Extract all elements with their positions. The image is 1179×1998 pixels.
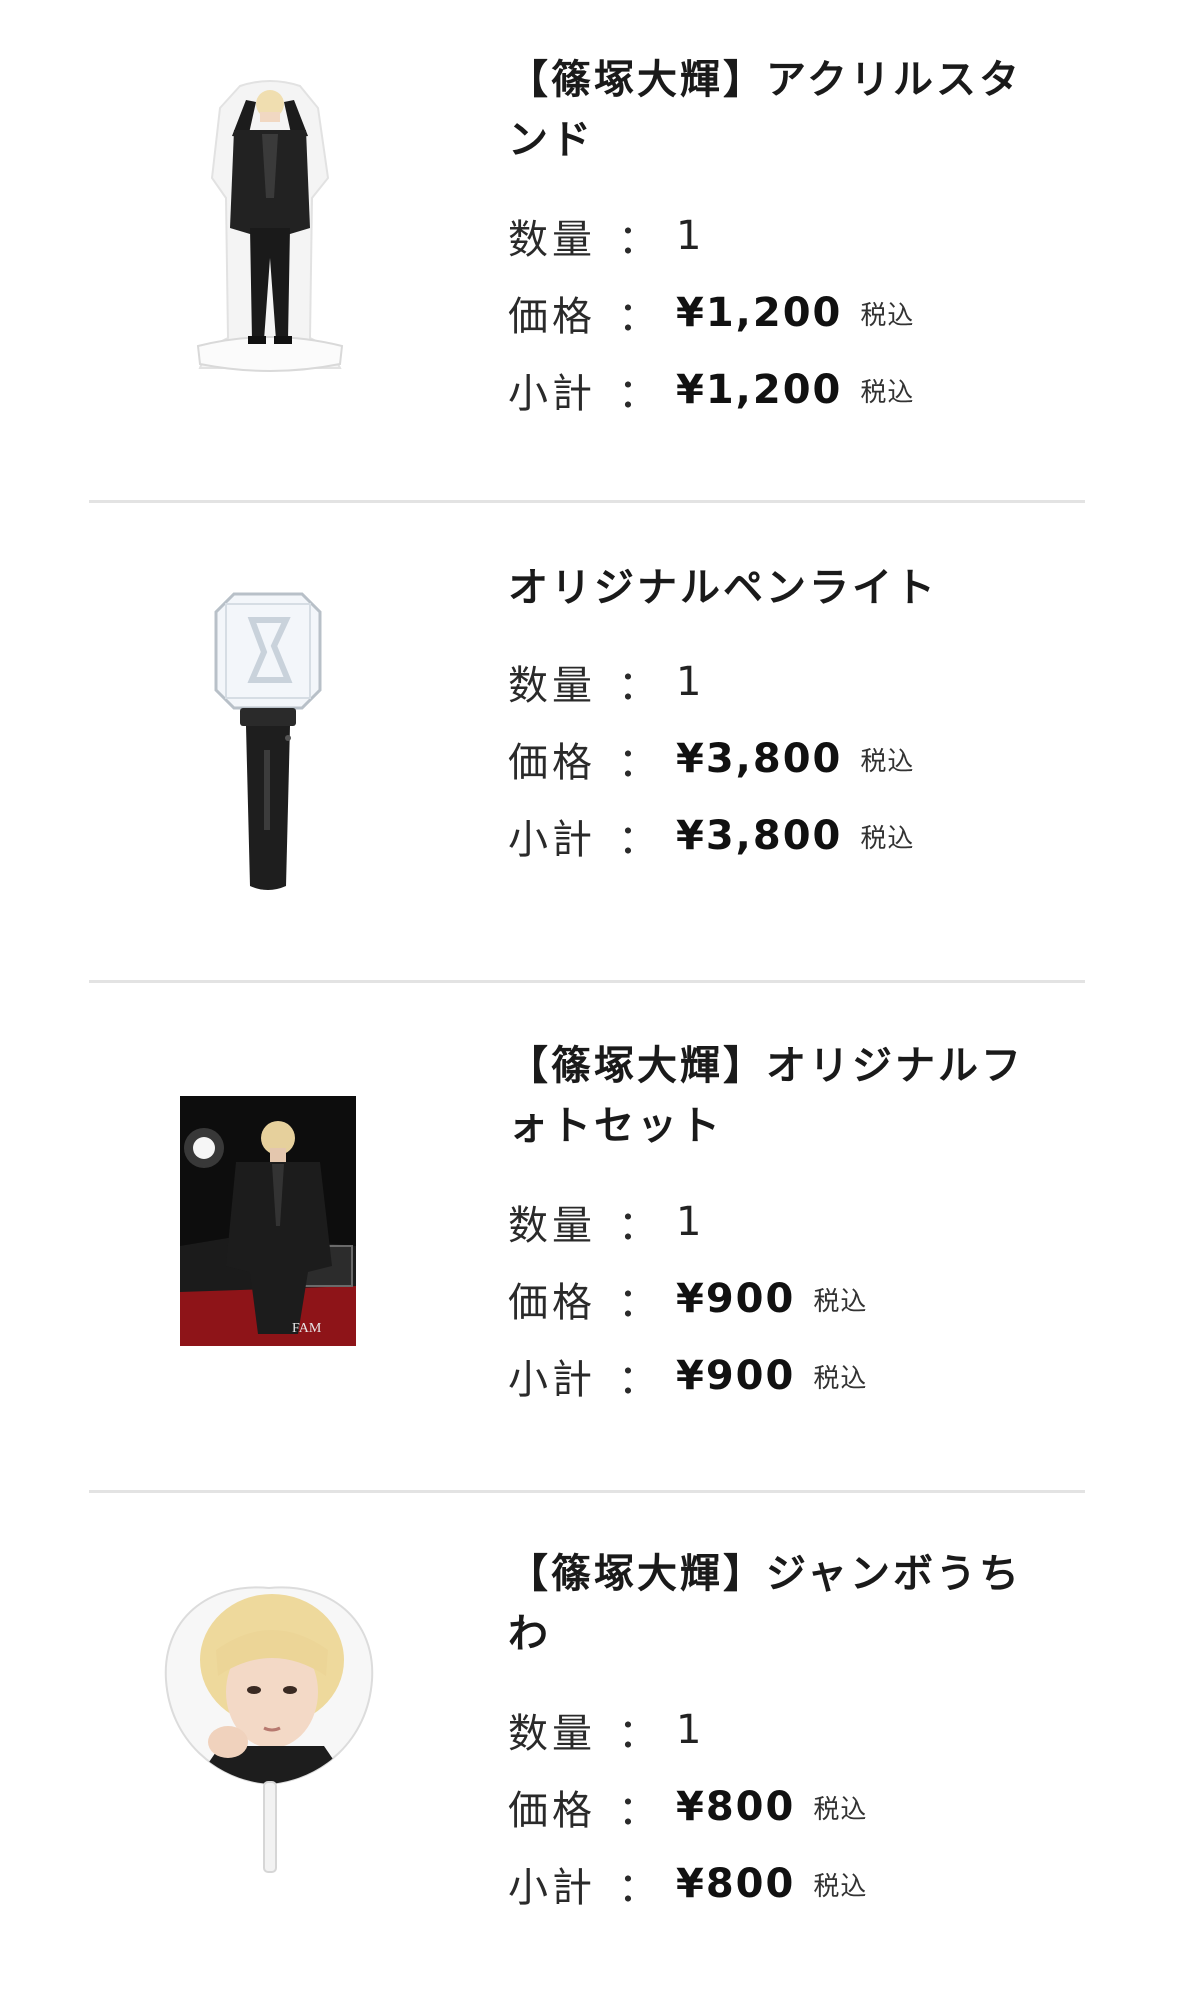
quantity-label: 数量 <box>508 1711 596 1757</box>
item-divider <box>89 980 1085 983</box>
price-label: 価格 <box>508 294 596 340</box>
quantity-row: 数量 ： 1 <box>508 208 702 264</box>
colon: ： <box>618 1357 658 1403</box>
price-row: 価格 ： ¥1,200 税込 <box>508 285 914 341</box>
subtotal-label: 小計 <box>508 371 596 417</box>
photo-set-image[interactable]: FAM <box>180 1096 356 1346</box>
subtotal-label: 小計 <box>508 817 596 863</box>
quantity-row: 数量 ： 1 <box>508 654 702 710</box>
product-title-line: わ <box>508 1611 551 1657</box>
tax-included-label: 税込 <box>860 823 915 854</box>
quantity-row: 数量 ： 1 <box>508 1194 702 1250</box>
subtotal-value: ¥1,200 <box>676 367 843 413</box>
colon: ： <box>618 1280 658 1326</box>
penlight-image[interactable] <box>212 590 324 895</box>
colon: ： <box>618 294 658 340</box>
quantity-value: 1 <box>676 659 703 705</box>
quantity-label: 数量 <box>508 1203 596 1249</box>
colon: ： <box>618 371 658 417</box>
quantity-value: 1 <box>676 1199 703 1245</box>
subtotal-value: ¥3,800 <box>676 813 843 859</box>
subtotal-label: 小計 <box>508 1357 596 1403</box>
quantity-value: 1 <box>676 213 703 259</box>
item-divider <box>89 1490 1085 1493</box>
subtotal-value: ¥900 <box>676 1353 796 1399</box>
jumbo-uchiwa-image[interactable] <box>160 1580 378 1880</box>
tax-included-label: 税込 <box>860 300 915 331</box>
item-info: オリジナルペンライト 数量 ： 1 価格 ： ¥3,800 税込 小計 ： ¥3… <box>508 558 1068 863</box>
price-label: 価格 <box>508 740 596 786</box>
subtotal-row: 小計 ： ¥1,200 税込 <box>508 362 914 418</box>
quantity-value: 1 <box>676 1707 703 1753</box>
subtotal-row: 小計 ： ¥800 税込 <box>508 1856 867 1912</box>
product-title-line: オリジナルペンライト <box>508 565 938 611</box>
tax-included-label: 税込 <box>813 1286 868 1317</box>
product-title[interactable]: 【篠塚大輝】ジャンボうち わ <box>508 1544 1068 1664</box>
photo-caption: FAM <box>292 1321 322 1336</box>
product-title-line: ォトセット <box>508 1103 723 1149</box>
item-info: 【篠塚大輝】オリジナルフ ォトセット 数量 ： 1 価格 ： ¥900 税込 小… <box>508 1036 1068 1403</box>
colon: ： <box>618 740 658 786</box>
product-title[interactable]: 【篠塚大輝】オリジナルフ ォトセット <box>508 1036 1068 1156</box>
product-title-line: 【篠塚大輝】オリジナルフ <box>508 1043 1024 1089</box>
subtotal-label: 小計 <box>508 1865 596 1911</box>
tax-included-label: 税込 <box>860 377 915 408</box>
price-row: 価格 ： ¥900 税込 <box>508 1271 867 1327</box>
acrylic-stand-image[interactable] <box>190 78 350 378</box>
quantity-row: 数量 ： 1 <box>508 1702 702 1758</box>
tax-included-label: 税込 <box>813 1794 868 1825</box>
price-row: 価格 ： ¥800 税込 <box>508 1779 867 1835</box>
product-title[interactable]: 【篠塚大輝】アクリルスタ ンド <box>508 50 1068 170</box>
product-title-line: 【篠塚大輝】ジャンボうち <box>508 1551 1022 1597</box>
colon: ： <box>618 817 658 863</box>
tax-included-label: 税込 <box>813 1363 868 1394</box>
price-value: ¥1,200 <box>676 290 843 336</box>
subtotal-row: 小計 ： ¥900 税込 <box>508 1348 867 1404</box>
product-title-line: ンド <box>508 117 594 163</box>
item-info: 【篠塚大輝】ジャンボうち わ 数量 ： 1 価格 ： ¥800 税込 小計 ： … <box>508 1544 1068 1911</box>
colon: ： <box>618 1711 658 1757</box>
item-divider <box>89 500 1085 503</box>
colon: ： <box>618 217 658 263</box>
tax-included-label: 税込 <box>813 1871 868 1902</box>
colon: ： <box>618 663 658 709</box>
price-value: ¥800 <box>676 1784 796 1830</box>
price-value: ¥900 <box>676 1276 796 1322</box>
price-row: 価格 ： ¥3,800 税込 <box>508 731 914 787</box>
price-label: 価格 <box>508 1280 596 1326</box>
tax-included-label: 税込 <box>860 746 915 777</box>
price-label: 価格 <box>508 1788 596 1834</box>
product-title-line: 【篠塚大輝】アクリルスタ <box>508 57 1022 103</box>
colon: ： <box>618 1788 658 1834</box>
colon: ： <box>618 1865 658 1911</box>
quantity-label: 数量 <box>508 663 596 709</box>
subtotal-value: ¥800 <box>676 1861 796 1907</box>
subtotal-row: 小計 ： ¥3,800 税込 <box>508 808 914 864</box>
price-value: ¥3,800 <box>676 736 843 782</box>
item-info: 【篠塚大輝】アクリルスタ ンド 数量 ： 1 価格 ： ¥1,200 税込 小計… <box>508 50 1068 417</box>
colon: ： <box>618 1203 658 1249</box>
product-title[interactable]: オリジナルペンライト <box>508 558 1068 618</box>
quantity-label: 数量 <box>508 217 596 263</box>
